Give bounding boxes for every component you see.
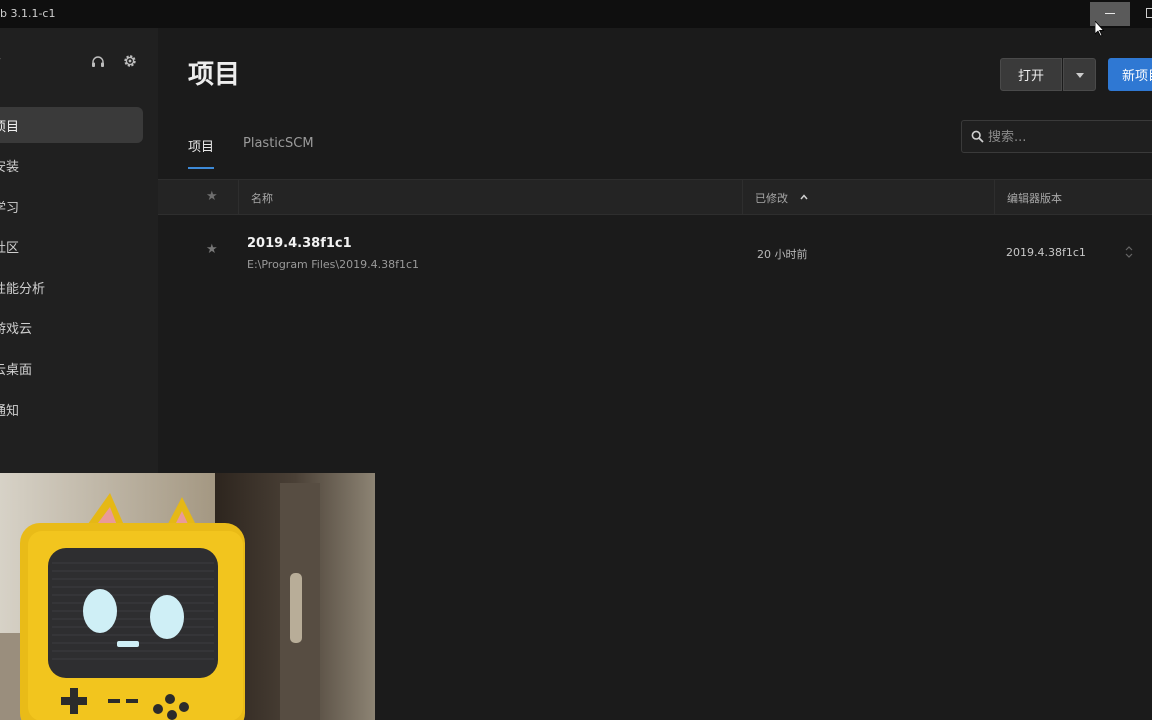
column-header-modified[interactable]: 已修改 [755,190,788,206]
column-header-name[interactable]: 名称 [251,190,273,206]
tab-projects[interactable]: 项目 [188,136,214,155]
sidebar-item-label: 性能分析 [0,281,46,297]
page-title: 项目 [188,60,241,90]
sidebar-item-community[interactable]: 社区 [0,229,143,265]
new-project-button[interactable]: 新项目 [1108,58,1152,91]
mouse-cursor-icon [1095,21,1105,37]
table-row[interactable]: ★ 2019.4.38f1c1 E:\Program Files\2019.4.… [158,216,1152,294]
title-bar: b 3.1.1-c1 [0,0,1152,28]
project-editor-version[interactable]: 2019.4.38f1c1 [1006,246,1086,259]
sidebar-item-label: 云桌面 [0,363,33,379]
sidebar-item-notifications[interactable]: 通知 [0,391,143,427]
sidebar: ▾ 项目 安装 学习 社区 性能分析 游戏云 云桌面 通知 [0,28,158,473]
project-modified: 20 小时前 [757,248,808,261]
sidebar-item-label: 项目 [0,119,20,135]
sidebar-item-profiling[interactable]: 性能分析 [0,269,143,305]
sidebar-item-projects[interactable]: 项目 [0,107,143,143]
webcam-image [0,473,375,720]
search-input[interactable] [988,128,1148,146]
chevron-down-icon [1076,73,1084,78]
active-tab-indicator [188,167,214,169]
sidebar-item-learn[interactable]: 学习 [0,188,143,224]
column-divider [742,180,743,214]
sidebar-item-cloud-desktop[interactable]: 云桌面 [0,351,143,387]
gear-icon[interactable] [122,53,138,69]
sidebar-item-label: 社区 [0,241,20,257]
minimize-icon [1105,13,1115,14]
column-divider [238,180,239,214]
sidebar-item-installs[interactable]: 安装 [0,148,143,184]
headset-icon[interactable] [90,54,106,70]
column-divider [994,180,995,214]
sidebar-item-label: 通知 [0,403,20,419]
project-name: 2019.4.38f1c1 [247,236,352,251]
sidebar-item-game-cloud[interactable]: 游戏云 [0,310,143,346]
sidebar-item-label: 游戏云 [0,322,33,338]
open-dropdown-button[interactable] [1063,58,1096,91]
window-title: b 3.1.1-c1 [0,7,56,20]
account-chevron-icon[interactable]: ▾ [0,56,1,66]
sidebar-nav: 项目 安装 学习 社区 性能分析 游戏云 云桌面 通知 [0,107,158,432]
search-icon [971,130,984,143]
open-button[interactable]: 打开 [1000,58,1062,91]
webcam-overlay [0,473,375,720]
sidebar-item-label: 安装 [0,160,20,176]
search-box[interactable] [961,120,1152,153]
sort-ascending-icon [800,194,808,200]
favorite-column-star-icon[interactable]: ★ [206,189,218,204]
project-path: E:\Program Files\2019.4.38f1c1 [247,258,420,271]
sidebar-item-label: 学习 [0,200,20,216]
table-header: ★ 名称 已修改 编辑器版本 [158,179,1152,215]
column-header-editor-version[interactable]: 编辑器版本 [1007,190,1062,206]
version-select-icon[interactable] [1124,244,1134,260]
favorite-star-icon[interactable]: ★ [206,242,218,257]
tab-plasticscm[interactable]: PlasticSCM [243,136,314,151]
maximize-button[interactable] [1146,8,1152,18]
